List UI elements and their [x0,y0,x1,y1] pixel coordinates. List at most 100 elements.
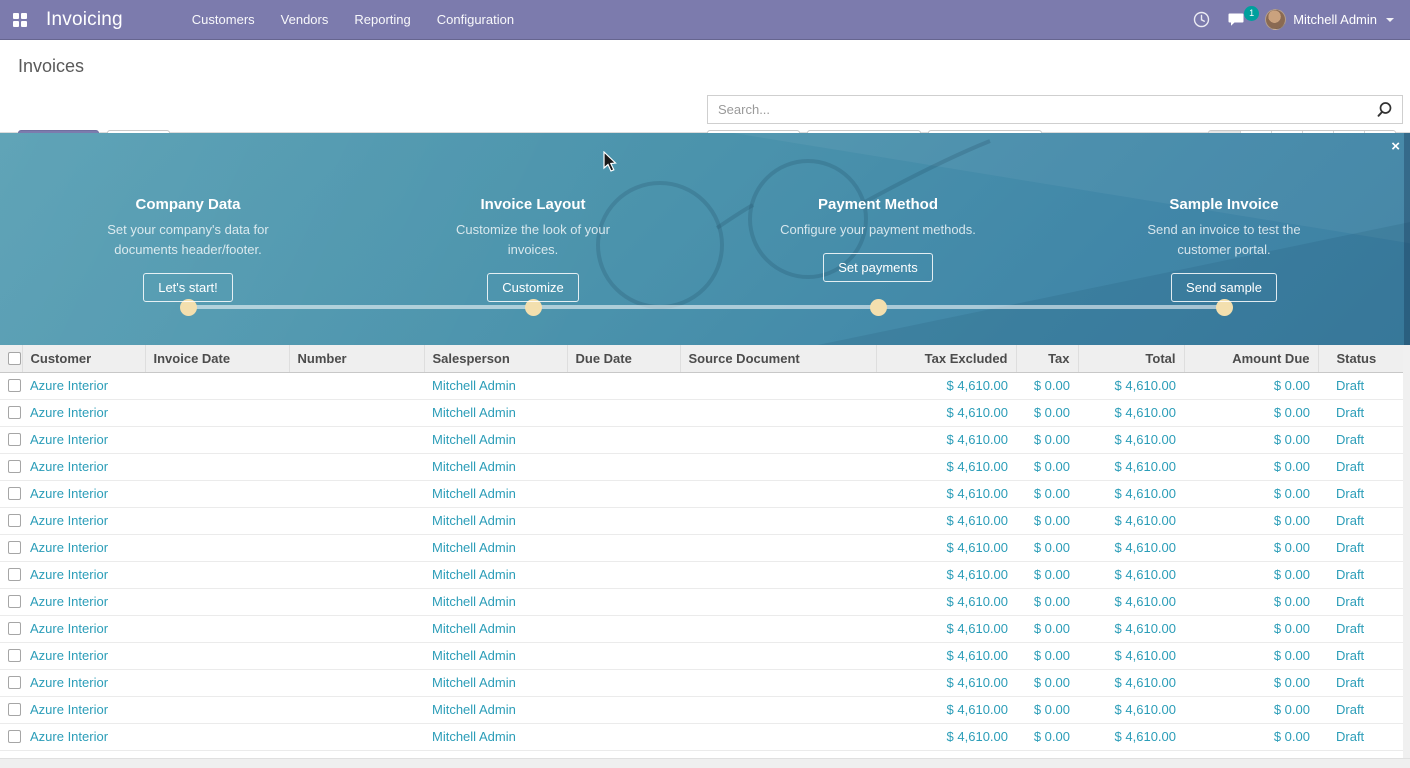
row-checkbox[interactable] [8,514,21,527]
column-header-number[interactable]: Number [289,345,424,372]
row-checkbox[interactable] [8,622,21,635]
banner-right-edge [1404,133,1410,345]
step-title: Sample Invoice [1074,196,1374,213]
cell-number [289,453,424,480]
table-row[interactable]: Azure InteriorMitchell Admin$ 4,610.00$ … [0,642,1410,669]
column-header-tax-excluded[interactable]: Tax Excluded [876,345,1016,372]
step-action-button[interactable]: Set payments [823,253,933,282]
table-row[interactable]: Azure InteriorMitchell Admin$ 4,610.00$ … [0,561,1410,588]
row-checkbox[interactable] [8,406,21,419]
table-row[interactable]: Azure InteriorMitchell Admin$ 4,610.00$ … [0,588,1410,615]
row-checkbox[interactable] [8,379,21,392]
table-row[interactable]: Azure InteriorMitchell Admin$ 4,610.00$ … [0,534,1410,561]
cell-salesperson: Mitchell Admin [424,372,567,399]
cell-status: Draft [1318,399,1410,426]
cell-amount_due: $ 0.00 [1184,588,1318,615]
cell-source_document [680,507,876,534]
row-checkbox[interactable] [8,568,21,581]
nav-menu-reporting[interactable]: Reporting [343,0,421,39]
row-select-cell [0,453,22,480]
table-row[interactable]: Azure InteriorMitchell Admin$ 4,610.00$ … [0,426,1410,453]
cell-salesperson: Mitchell Admin [424,534,567,561]
apps-grid-icon[interactable] [0,0,40,40]
cell-status: Draft [1318,534,1410,561]
vertical-scrollbar[interactable] [1403,345,1410,768]
cell-salesperson: Mitchell Admin [424,669,567,696]
cell-status: Draft [1318,480,1410,507]
app-title[interactable]: Invoicing [46,9,123,31]
table-row[interactable]: Azure InteriorMitchell Admin$ 4,610.00$ … [0,480,1410,507]
row-checkbox[interactable] [8,487,21,500]
table-row[interactable]: Azure InteriorMitchell Admin$ 4,610.00$ … [0,669,1410,696]
cell-tax_excluded: $ 4,610.00 [876,561,1016,588]
cell-customer: Azure Interior [22,507,145,534]
cell-source_document [680,588,876,615]
cell-status: Draft [1318,615,1410,642]
column-header-due-date[interactable]: Due Date [567,345,680,372]
cell-due_date [567,372,680,399]
row-select-cell [0,399,22,426]
nav-menu-customers[interactable]: Customers [181,0,266,39]
table-row[interactable]: Azure InteriorMitchell Admin$ 4,610.00$ … [0,696,1410,723]
column-header-customer[interactable]: Customer [22,345,145,372]
step-action-button[interactable]: Customize [487,273,578,302]
cell-tax_excluded: $ 4,610.00 [876,615,1016,642]
cell-tax: $ 0.00 [1016,588,1078,615]
row-checkbox[interactable] [8,730,21,743]
column-header-amount-due[interactable]: Amount Due [1184,345,1318,372]
row-checkbox[interactable] [8,676,21,689]
table-row[interactable]: Azure InteriorMitchell Admin$ 4,610.00$ … [0,399,1410,426]
step-connector-line [188,305,1224,309]
table-row[interactable]: Azure InteriorMitchell Admin$ 4,610.00$ … [0,507,1410,534]
row-checkbox[interactable] [8,703,21,716]
table-row[interactable]: Azure InteriorMitchell Admin$ 4,610.00$ … [0,453,1410,480]
step-action-button[interactable]: Send sample [1171,273,1277,302]
cell-tax: $ 0.00 [1016,480,1078,507]
cell-tax: $ 0.00 [1016,426,1078,453]
cell-invoice_date [145,399,289,426]
user-menu[interactable]: Mitchell Admin [1265,9,1394,30]
cell-total: $ 4,610.00 [1078,480,1184,507]
horizontal-scrollbar[interactable] [0,758,1410,768]
row-checkbox[interactable] [8,541,21,554]
cell-tax_excluded: $ 4,610.00 [876,372,1016,399]
row-checkbox[interactable] [8,460,21,473]
step-action-button[interactable]: Let's start! [143,273,233,302]
search-input[interactable] [708,102,1367,117]
cell-amount_due: $ 0.00 [1184,669,1318,696]
row-checkbox[interactable] [8,595,21,608]
row-select-cell [0,561,22,588]
cell-tax_excluded: $ 4,610.00 [876,480,1016,507]
cell-invoice_date [145,561,289,588]
step-description: Send an invoice to test the customer por… [1129,220,1319,260]
column-header-invoice-date[interactable]: Invoice Date [145,345,289,372]
step-title: Company Data [38,196,338,213]
nav-menu-vendors[interactable]: Vendors [270,0,340,39]
nav-menu-configuration[interactable]: Configuration [426,0,525,39]
column-header-total[interactable]: Total [1078,345,1184,372]
cell-tax: $ 0.00 [1016,507,1078,534]
table-row[interactable]: Azure InteriorMitchell Admin$ 4,610.00$ … [0,723,1410,750]
cell-status: Draft [1318,588,1410,615]
select-all-checkbox[interactable] [8,352,21,365]
messages-icon[interactable]: 1 [1228,12,1247,28]
row-select-cell [0,507,22,534]
table-row[interactable]: Azure InteriorMitchell Admin$ 4,610.00$ … [0,615,1410,642]
cell-tax_excluded: $ 4,610.00 [876,588,1016,615]
cell-total: $ 4,610.00 [1078,507,1184,534]
row-checkbox[interactable] [8,433,21,446]
activities-clock-icon[interactable] [1193,11,1210,28]
close-icon[interactable]: × [1391,139,1400,154]
column-header-tax[interactable]: Tax [1016,345,1078,372]
cell-tax_excluded: $ 4,610.00 [876,696,1016,723]
cell-status: Draft [1318,669,1410,696]
cell-total: $ 4,610.00 [1078,372,1184,399]
table-row[interactable]: Azure InteriorMitchell Admin$ 4,610.00$ … [0,372,1410,399]
search-icon[interactable] [1367,101,1402,118]
cell-number [289,642,424,669]
column-header-status[interactable]: Status [1318,345,1410,372]
row-checkbox[interactable] [8,649,21,662]
column-header-salesperson[interactable]: Salesperson [424,345,567,372]
column-header-source-document[interactable]: Source Document [680,345,876,372]
cell-amount_due: $ 0.00 [1184,453,1318,480]
